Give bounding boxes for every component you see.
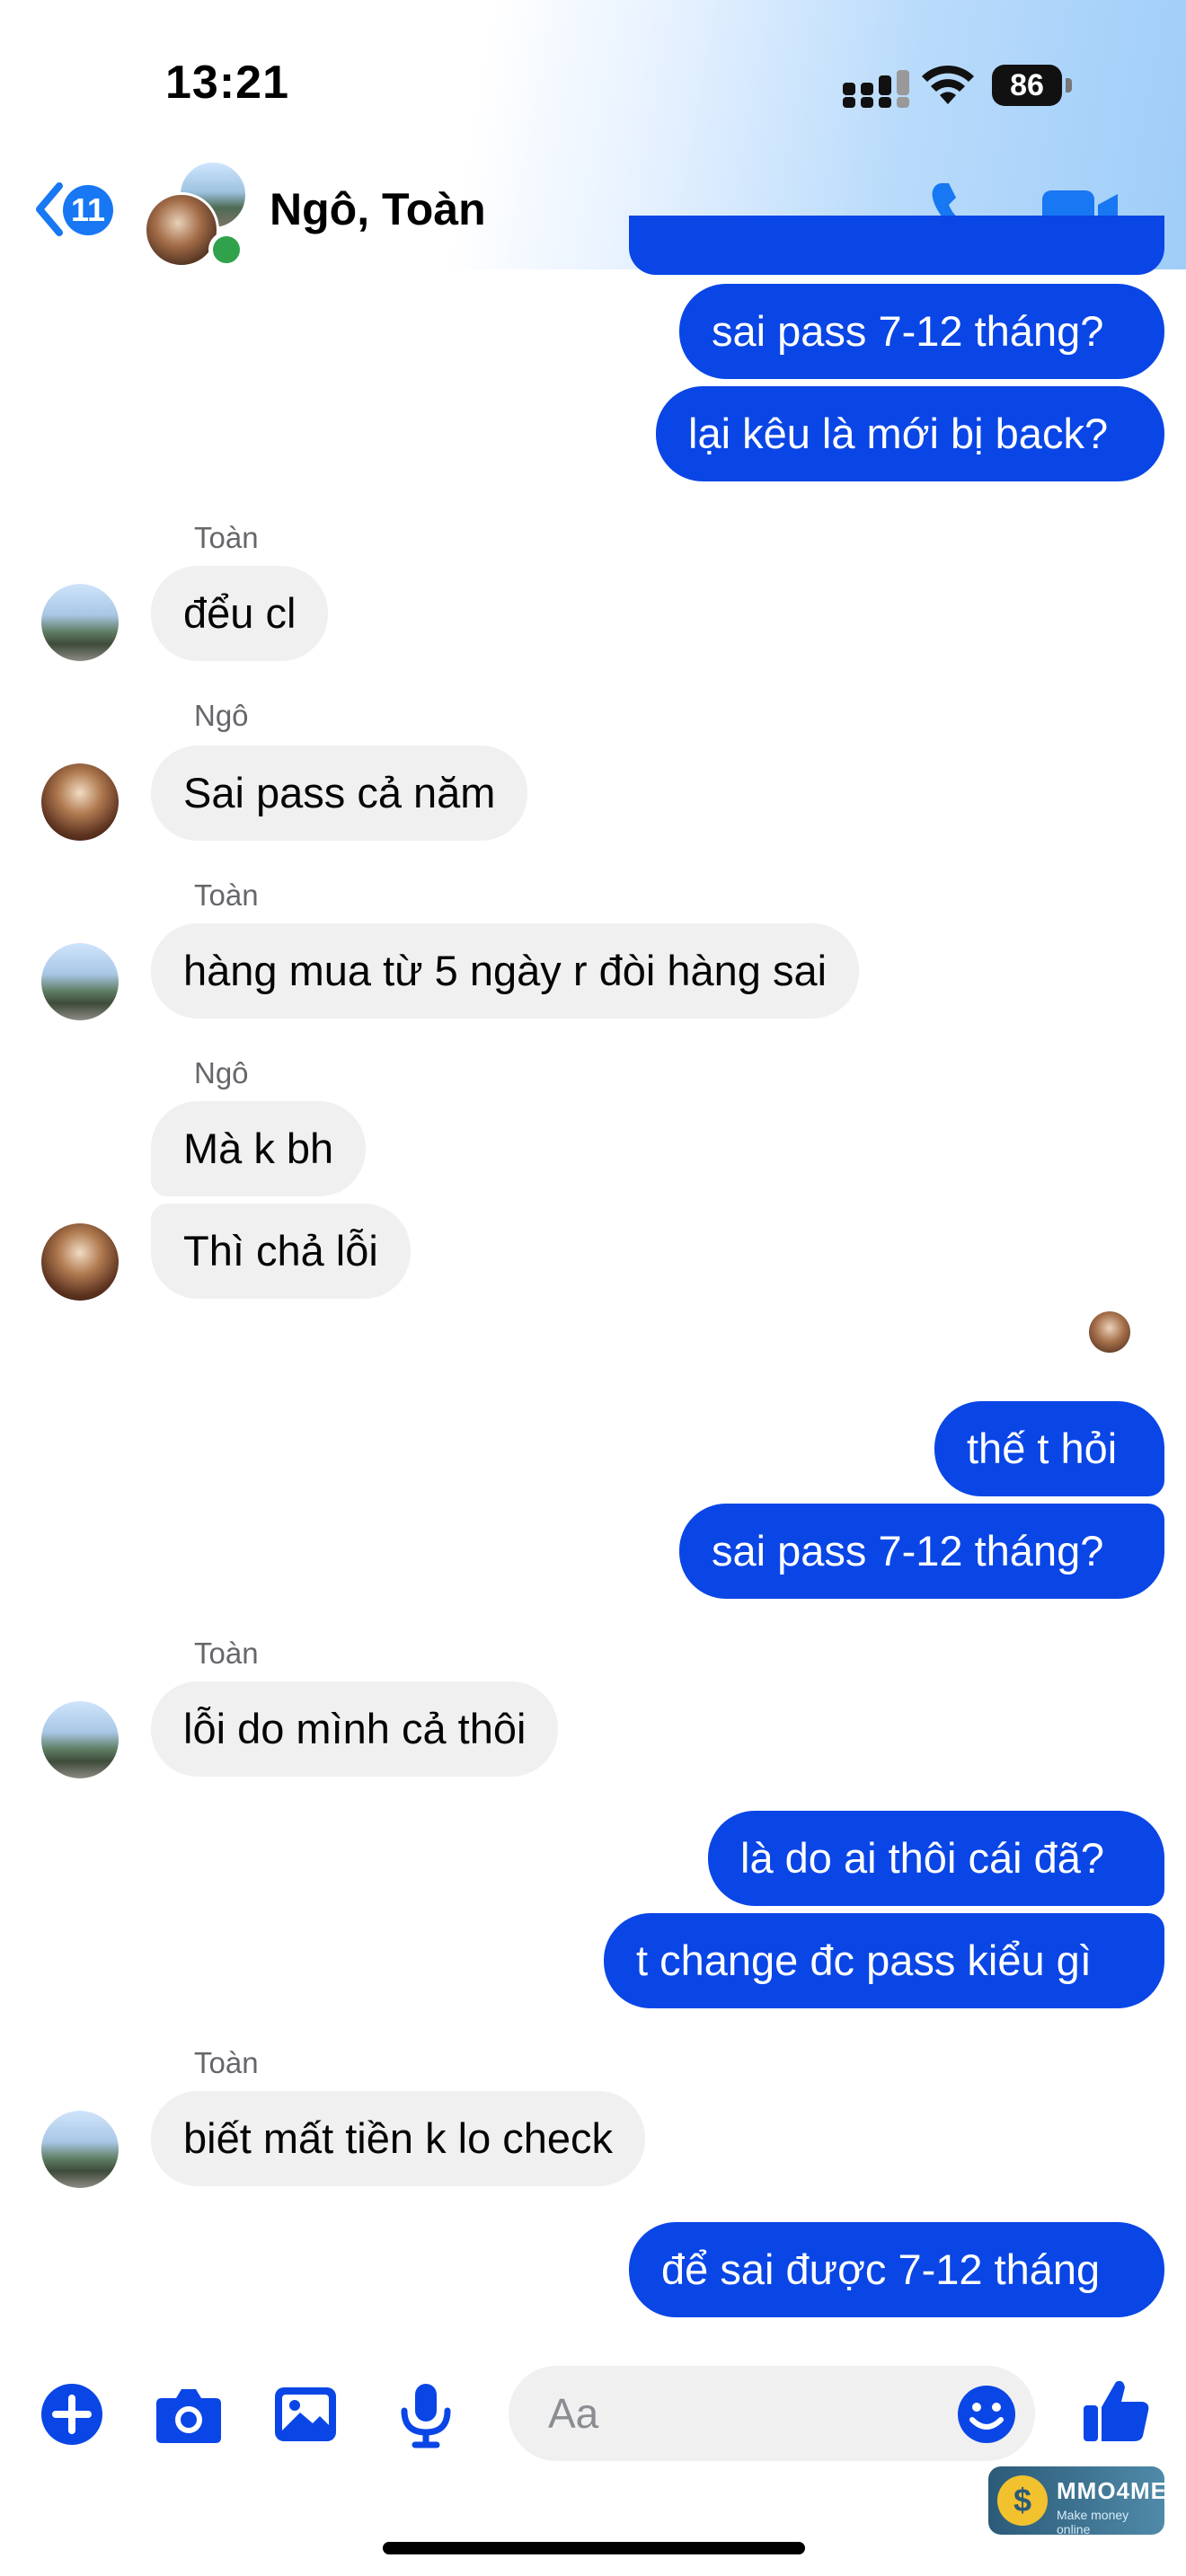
camera-icon[interactable] bbox=[153, 2378, 225, 2450]
sender-name: Toàn bbox=[194, 878, 259, 912]
plus-icon[interactable] bbox=[36, 2378, 108, 2450]
home-indicator[interactable] bbox=[383, 2542, 805, 2554]
avatar-toan[interactable] bbox=[41, 943, 119, 1020]
message-bubble-outgoing[interactable]: để sai được 7-12 tháng bbox=[629, 2222, 1164, 2317]
avatar-toan[interactable] bbox=[41, 1701, 119, 1778]
battery-indicator: 86 bbox=[992, 65, 1075, 106]
message-bubble-partial bbox=[629, 216, 1164, 275]
conversation-title[interactable]: Ngô, Toàn bbox=[270, 183, 486, 235]
message-input-placeholder: Aa bbox=[548, 2390, 599, 2437]
sender-name: Toàn bbox=[194, 521, 259, 554]
sender-name: Toàn bbox=[194, 1636, 259, 1670]
message-bubble-incoming[interactable]: hàng mua từ 5 ngày r đòi hàng sai bbox=[151, 923, 860, 1019]
emoji-icon[interactable] bbox=[954, 2382, 1019, 2447]
message-bubble-outgoing[interactable]: sai pass 7-12 tháng? bbox=[679, 284, 1164, 379]
avatar-toan[interactable] bbox=[41, 2111, 119, 2188]
avatar-toan[interactable] bbox=[41, 584, 119, 661]
message-bubble-incoming[interactable]: đểu cl bbox=[151, 566, 329, 661]
message-bubble-incoming[interactable]: Mà k bh bbox=[151, 1101, 367, 1196]
watermark-logo: $ MMO4ME Make money online bbox=[988, 2466, 1167, 2536]
avatar-ngo bbox=[144, 192, 219, 268]
message-bubble-outgoing[interactable]: thế t hỏi bbox=[934, 1401, 1164, 1496]
sender-name: Ngô bbox=[194, 699, 249, 732]
sender-name: Ngô bbox=[194, 1056, 249, 1090]
avatar-ngo[interactable] bbox=[41, 763, 119, 841]
microphone-icon[interactable] bbox=[390, 2378, 462, 2450]
chevron-left-icon bbox=[36, 182, 63, 236]
unread-count-badge: 11 bbox=[63, 185, 113, 235]
cellular-signal-icon bbox=[843, 70, 909, 108]
dollar-coin-icon: $ bbox=[997, 2475, 1048, 2526]
read-receipt-avatar bbox=[1089, 1311, 1130, 1353]
avatar-ngo[interactable] bbox=[41, 1223, 119, 1301]
battery-tip bbox=[1066, 78, 1072, 93]
message-bubble-outgoing[interactable]: lại kêu là mới bị back? bbox=[656, 386, 1164, 481]
message-bubble-incoming[interactable]: Sai pass cả năm bbox=[151, 745, 528, 841]
back-button[interactable]: 11 bbox=[34, 178, 124, 241]
message-bubble-outgoing[interactable]: t change đc pass kiểu gì bbox=[604, 1913, 1164, 2008]
message-bubble-incoming[interactable]: Thì chả lỗi bbox=[151, 1204, 411, 1299]
message-bubble-incoming[interactable]: biết mất tiền k lo check bbox=[151, 2091, 646, 2186]
status-time: 13:21 bbox=[165, 57, 289, 109]
battery-level: 86 bbox=[992, 65, 1062, 106]
watermark-title: MMO4ME bbox=[1057, 2477, 1167, 2504]
group-avatar[interactable] bbox=[144, 160, 252, 268]
sender-name: Toàn bbox=[194, 2046, 259, 2079]
wifi-icon bbox=[922, 65, 974, 104]
thumbs-up-icon[interactable] bbox=[1080, 2375, 1152, 2447]
image-icon[interactable] bbox=[270, 2378, 341, 2450]
message-bubble-incoming[interactable]: lỗi do mình cả thôi bbox=[151, 1681, 559, 1777]
message-bubble-outgoing[interactable]: sai pass 7-12 tháng? bbox=[679, 1504, 1164, 1599]
online-status-dot bbox=[208, 232, 244, 268]
message-bubble-outgoing[interactable]: là do ai thôi cái đã? bbox=[708, 1811, 1164, 1906]
watermark-subtitle: Make money online bbox=[1057, 2508, 1129, 2536]
